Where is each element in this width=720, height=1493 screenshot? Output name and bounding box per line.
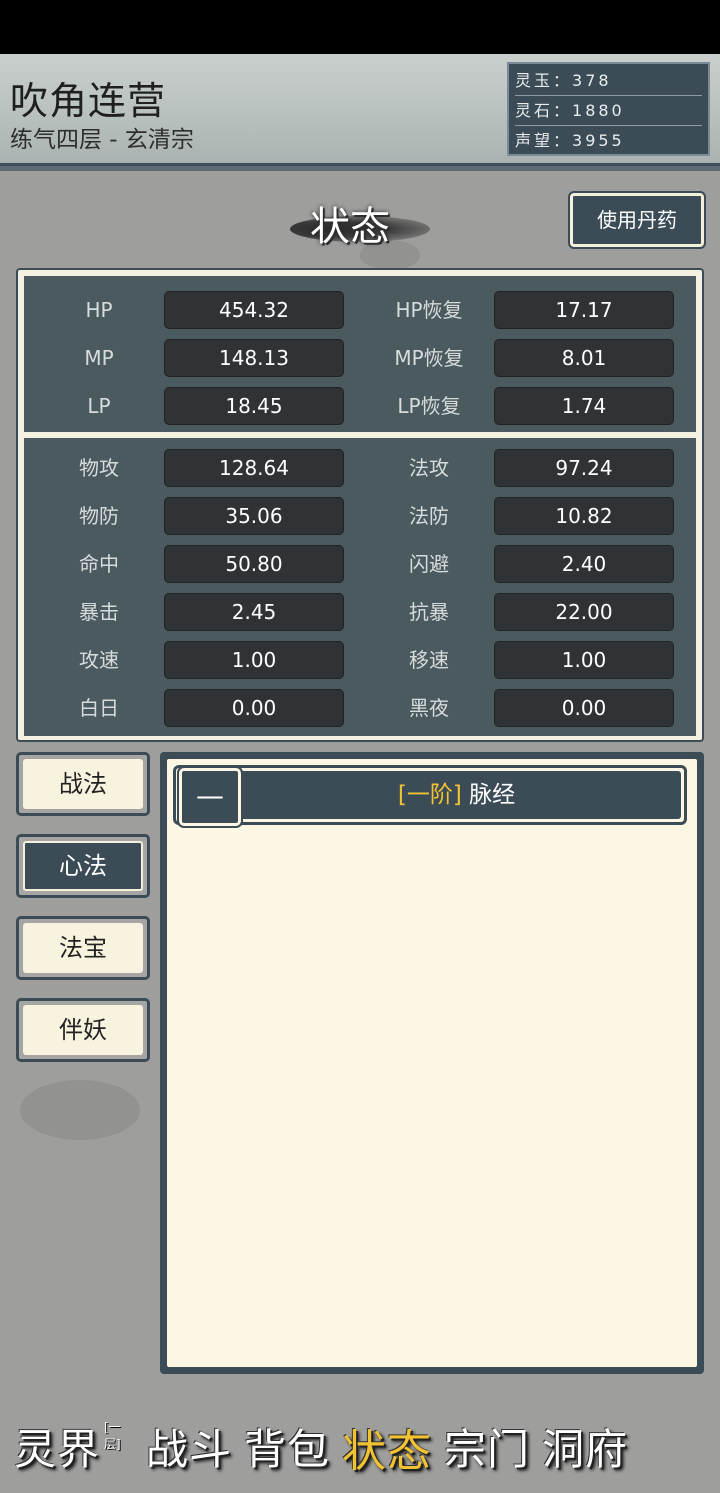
stat-label: 攻速 bbox=[79, 648, 119, 672]
skill-item-header[interactable]: [一阶] 脉经 — bbox=[173, 765, 687, 828]
tab-banyao[interactable]: 伴妖 bbox=[16, 998, 150, 1062]
stat-value: 22.00 bbox=[494, 593, 674, 631]
stat-row: 命中 50.80 闪避 2.40 bbox=[24, 544, 696, 584]
nav-badge: [一层] bbox=[104, 1420, 121, 1451]
stat-label: 白日 bbox=[79, 696, 119, 720]
stat-row: MP 148.13 MP恢复 8.01 bbox=[24, 338, 696, 378]
tab-xinfa[interactable]: 心法 bbox=[16, 834, 150, 898]
stat-label: 命中 bbox=[79, 552, 119, 576]
currency-reputation: 声望： 3955 bbox=[515, 126, 702, 156]
stat-row: 攻速 1.00 移速 1.00 bbox=[24, 640, 696, 680]
tab-label: 伴妖 bbox=[23, 1005, 143, 1055]
stat-label: HP恢复 bbox=[395, 298, 463, 322]
stat-label: 法攻 bbox=[409, 456, 449, 480]
stat-row: HP 454.32 HP恢复 17.17 bbox=[24, 290, 696, 330]
stat-label: 物攻 bbox=[79, 456, 119, 480]
currency-lingyu: 灵玉： 378 bbox=[515, 66, 702, 96]
skill-list-panel: [一阶] 脉经 — bbox=[160, 752, 704, 1374]
currency-value: 1880 bbox=[572, 101, 625, 120]
nav-label: 洞府 bbox=[542, 1425, 629, 1474]
stat-label: 暴击 bbox=[79, 600, 119, 624]
stat-value: 17.17 bbox=[494, 291, 674, 329]
nav-status[interactable]: 状态 bbox=[342, 1415, 432, 1479]
ink-decoration bbox=[20, 1080, 140, 1140]
currency-value: 3955 bbox=[572, 131, 625, 150]
stat-label: MP恢复 bbox=[394, 346, 464, 370]
nav-label: 灵界 bbox=[14, 1425, 101, 1474]
stat-row: LP 18.45 LP恢复 1.74 bbox=[24, 386, 696, 426]
combat-stats-section: 物攻 128.64 法攻 97.24 物防 35.06 法防 10.82 命中 … bbox=[24, 438, 696, 736]
stat-label: 移速 bbox=[409, 648, 449, 672]
stat-label: MP bbox=[84, 346, 114, 370]
tab-zhanfa[interactable]: 战法 bbox=[16, 752, 150, 816]
stat-value: 148.13 bbox=[164, 339, 344, 377]
stat-label: LP bbox=[87, 394, 111, 418]
currency-value: 378 bbox=[572, 71, 612, 90]
stat-value: 8.01 bbox=[494, 339, 674, 377]
stat-label: LP恢复 bbox=[397, 394, 461, 418]
stat-value: 50.80 bbox=[164, 545, 344, 583]
system-status-bar bbox=[0, 0, 720, 54]
skill-list: [一阶] 脉经 — bbox=[167, 759, 697, 1367]
currency-lingshi: 灵石： 1880 bbox=[515, 96, 702, 126]
stat-label: 物防 bbox=[79, 504, 119, 528]
stat-row: 暴击 2.45 抗暴 22.00 bbox=[24, 592, 696, 632]
vital-stats-section: HP 454.32 HP恢复 17.17 MP 148.13 MP恢复 8.01… bbox=[24, 276, 696, 432]
stat-value: 1.00 bbox=[494, 641, 674, 679]
stat-value: 128.64 bbox=[164, 449, 344, 487]
stat-value: 1.00 bbox=[164, 641, 344, 679]
currency-label: 声望： bbox=[515, 131, 573, 150]
player-header: 吹角连营 练气四层 - 玄清宗 灵玉： 378 灵石： 1880 声望： 395… bbox=[0, 54, 720, 171]
nav-label: 宗门 bbox=[444, 1425, 531, 1474]
page-title: 状态 bbox=[310, 204, 390, 250]
stat-value: 1.74 bbox=[494, 387, 674, 425]
tab-fabao[interactable]: 法宝 bbox=[16, 916, 150, 980]
stat-label: 抗暴 bbox=[409, 600, 449, 624]
stat-value: 454.32 bbox=[164, 291, 344, 329]
stat-value: 18.45 bbox=[164, 387, 344, 425]
nav-label: 战斗 bbox=[146, 1425, 233, 1474]
stat-value: 2.45 bbox=[164, 593, 344, 631]
stat-value: 0.00 bbox=[494, 689, 674, 727]
nav-label: 背包 bbox=[244, 1425, 331, 1474]
nav-lingjie[interactable]: 灵界 [一层] bbox=[14, 1416, 121, 1477]
stat-label: 闪避 bbox=[409, 552, 449, 576]
currency-panel: 灵玉： 378 灵石： 1880 声望： 3955 bbox=[507, 62, 710, 156]
skill-tier: [一阶] bbox=[397, 782, 462, 808]
stat-value: 2.40 bbox=[494, 545, 674, 583]
stat-row: 物防 35.06 法防 10.82 bbox=[24, 496, 696, 536]
collapse-button[interactable]: — bbox=[177, 766, 243, 828]
nav-label: 状态 bbox=[342, 1425, 433, 1477]
tab-label: 战法 bbox=[23, 759, 143, 809]
stat-label: 黑夜 bbox=[409, 696, 449, 720]
stat-value: 10.82 bbox=[494, 497, 674, 535]
bottom-navigation: 灵界 [一层] 战斗 背包 状态 宗门 洞府 bbox=[0, 1400, 720, 1493]
nav-bag[interactable]: 背包 bbox=[244, 1416, 330, 1477]
skill-name: 脉经 bbox=[469, 782, 516, 808]
page-title-block: 状态 bbox=[280, 190, 440, 260]
stat-row: 物攻 128.64 法攻 97.24 bbox=[24, 448, 696, 488]
currency-label: 灵玉： bbox=[515, 71, 573, 90]
player-rank: 练气四层 - 玄清宗 bbox=[10, 127, 194, 153]
use-potion-button[interactable]: 使用丹药 bbox=[568, 191, 706, 249]
nav-cave[interactable]: 洞府 bbox=[542, 1416, 628, 1477]
nav-sect[interactable]: 宗门 bbox=[444, 1416, 530, 1477]
stat-label: 法防 bbox=[409, 504, 449, 528]
stat-row: 白日 0.00 黑夜 0.00 bbox=[24, 688, 696, 728]
stat-value: 97.24 bbox=[494, 449, 674, 487]
player-name: 吹角连营 bbox=[10, 79, 167, 123]
tab-label: 法宝 bbox=[23, 923, 143, 973]
nav-battle[interactable]: 战斗 bbox=[146, 1416, 232, 1477]
stat-value: 35.06 bbox=[164, 497, 344, 535]
tab-label: 心法 bbox=[23, 841, 143, 891]
stat-value: 0.00 bbox=[164, 689, 344, 727]
skill-title-bar[interactable]: [一阶] 脉经 bbox=[232, 771, 681, 819]
stats-panel: HP 454.32 HP恢复 17.17 MP 148.13 MP恢复 8.01… bbox=[16, 268, 704, 742]
currency-label: 灵石： bbox=[515, 101, 573, 120]
stat-label: HP bbox=[85, 298, 113, 322]
